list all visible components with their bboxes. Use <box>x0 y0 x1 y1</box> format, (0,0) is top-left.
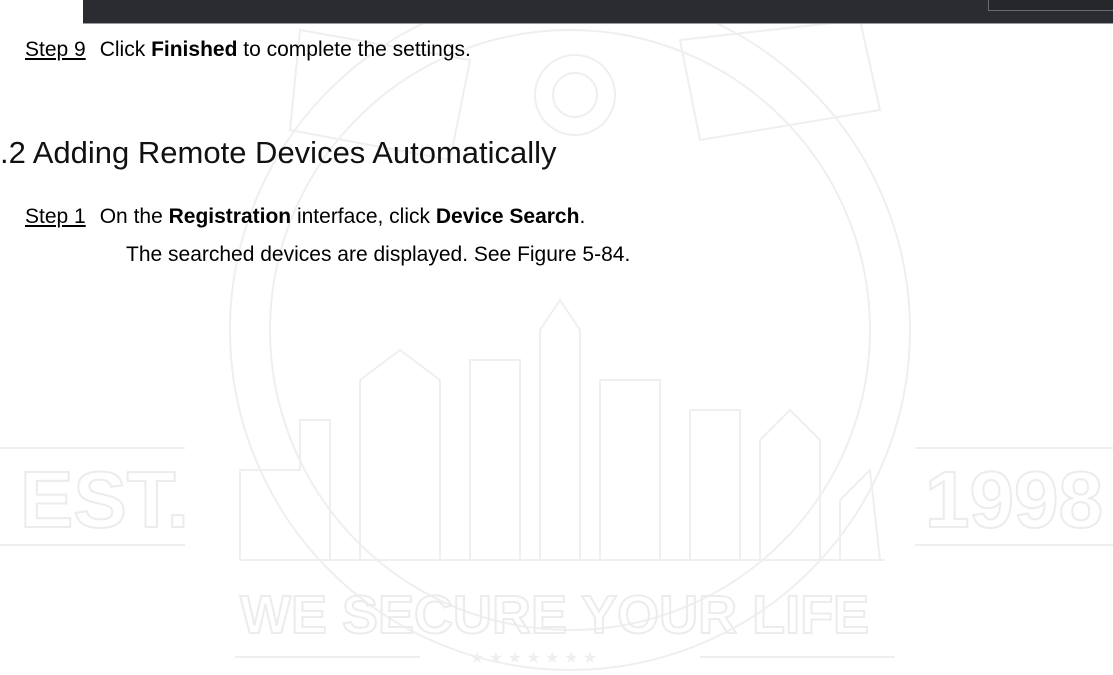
watermark-year: 1998 <box>925 455 1103 544</box>
step-1-text-mid: interface, click <box>291 205 436 228</box>
step-9-text-post: to complete the settings. <box>237 38 471 61</box>
section-heading: .2 Adding Remote Devices Automatically <box>0 135 557 170</box>
watermark-slogan: WE SECURE YOUR LIFE <box>240 585 869 645</box>
watermark-graphic: EST. 1998 WE SECURE YOUR LIFE ★ ★ ★ ★ ★ … <box>0 0 1113 671</box>
step-1-bold-device-search: Device Search <box>435 205 580 228</box>
step-9-label: Step 9 <box>25 38 86 61</box>
embedded-screenshot-strip <box>83 0 1113 24</box>
step-1-text-post: . <box>579 205 586 228</box>
step-1-label: Step 1 <box>25 205 86 228</box>
step-9-text-pre: Click <box>99 38 152 61</box>
embedded-screenshot-button <box>988 0 1113 11</box>
watermark-est: EST. <box>20 455 189 544</box>
step-1-bold-registration: Registration <box>168 205 292 228</box>
step-1-result: The searched devices are displayed. See … <box>126 243 631 266</box>
step-9-line: Step 9 Click Finished to complete the set… <box>25 38 471 62</box>
step-1-line: Step 1 On the Registration interface, cli… <box>25 205 585 229</box>
step-1-text-pre: On the <box>99 205 169 228</box>
step-9-bold-finished: Finished <box>151 38 238 61</box>
watermark-stars: ★ ★ ★ ★ ★ ★ ★ <box>470 650 597 667</box>
